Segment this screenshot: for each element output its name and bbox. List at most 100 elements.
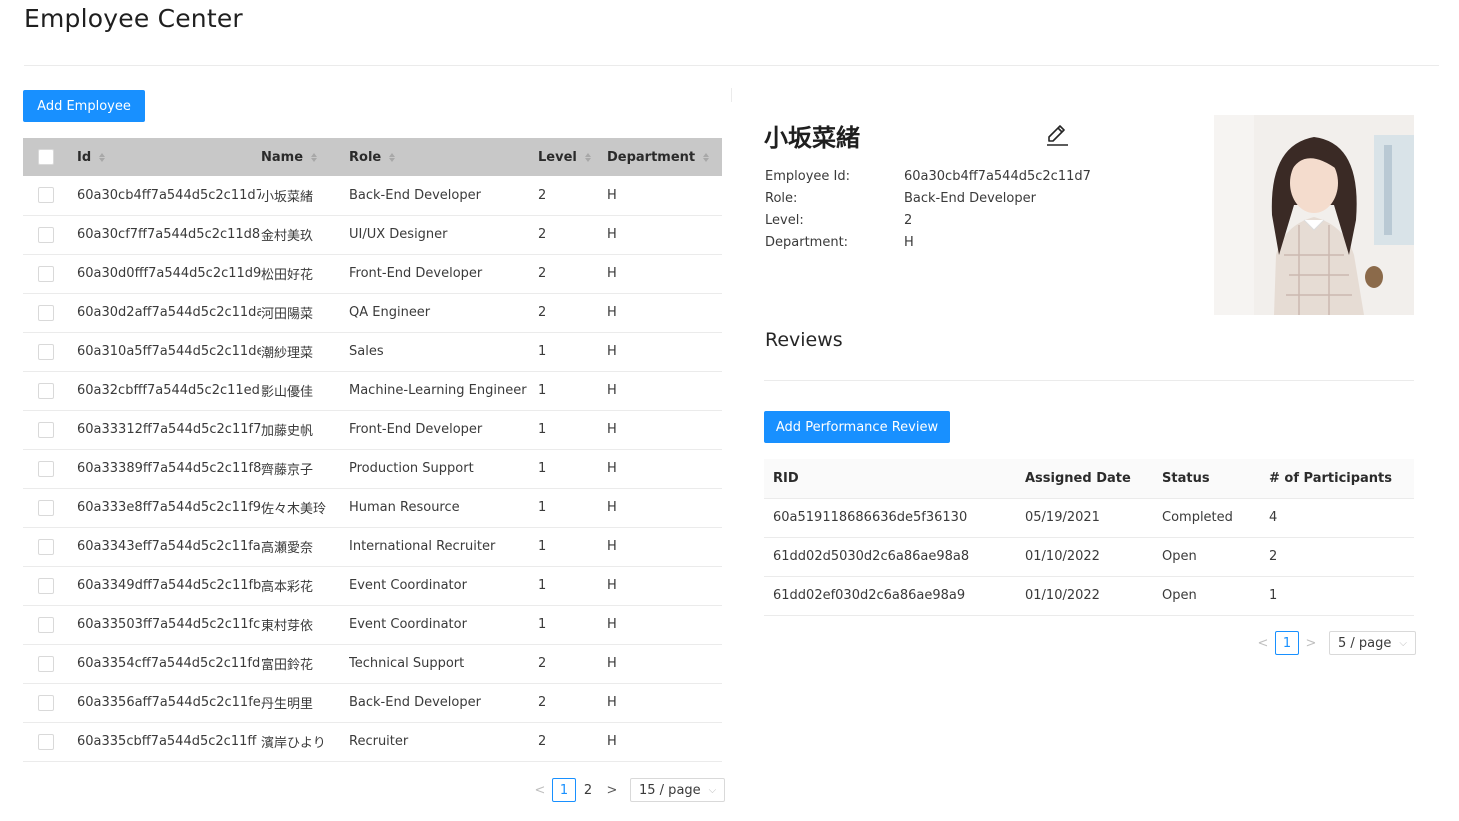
sort-icon[interactable] [389,152,396,162]
table-row[interactable]: 60a3349dff7a544d5c2c11fb 高本彩花 Event Coordi… [23,566,722,606]
row-select-cell [23,605,68,645]
column-header-rid: RID [764,459,1016,499]
row-checkbox[interactable] [38,265,54,282]
column-header-label: Level [538,149,577,165]
cell-assigned-date: 01/10/2022 [1016,576,1153,616]
page-size-select[interactable]: 15 / page ⌵ [630,778,726,802]
add-employee-button[interactable]: Add Employee [23,90,145,122]
page-title: Employee Center [24,4,243,33]
cell-id: 60a33503ff7a544d5c2c11fc [68,605,261,645]
row-select-cell [23,176,68,216]
table-row[interactable]: 60a32cbfff7a544d5c2c11ed 影山優佳 Machine-Lear… [23,371,722,411]
row-checkbox[interactable] [38,226,54,243]
cell-assigned-date: 01/10/2022 [1016,537,1153,577]
page-1-button[interactable]: 1 [1275,631,1299,655]
cell-rid: 61dd02d5030d2c6a86ae98a8 [764,537,1016,577]
title-divider [24,65,1439,66]
cell-name: 金村美玖 [261,215,349,255]
reviews-table: RID Assigned Date Status # of Participan… [764,459,1414,616]
cell-level: 2 [538,722,607,762]
cell-participants: 1 [1260,576,1414,616]
row-checkbox[interactable] [38,655,54,672]
row-checkbox[interactable] [38,382,54,399]
sort-icon[interactable] [703,152,710,162]
row-checkbox[interactable] [38,187,54,204]
cell-level: 2 [538,176,607,216]
column-header-department[interactable]: Department [607,138,722,176]
sort-icon[interactable] [99,152,106,162]
row-select-cell [23,722,68,762]
select-all-checkbox[interactable] [38,149,54,165]
table-row[interactable]: 60a3356aff7a544d5c2c11fe 丹生明里 Back-End Dev… [23,683,722,723]
row-checkbox[interactable] [38,538,54,555]
cell-name: 松田好花 [261,254,349,294]
table-row[interactable]: 60a30cb4ff7a544d5c2c11d7 小坂菜緒 Back-End Dev… [23,176,722,216]
next-page-icon[interactable]: > [1299,636,1323,651]
table-row[interactable]: 60a30cf7ff7a544d5c2c11d8 金村美玖 UI/UX Design… [23,215,722,255]
cell-name: 齊藤京子 [261,449,349,489]
row-checkbox[interactable] [38,733,54,750]
page-size-select[interactable]: 5 / page ⌵ [1329,631,1416,655]
cell-role: Back-End Developer [349,683,538,723]
cell-id: 60a32cbfff7a544d5c2c11ed [68,371,261,411]
cell-level: 1 [538,371,607,411]
next-page-icon[interactable]: > [600,783,624,798]
row-checkbox[interactable] [38,304,54,321]
row-select-cell [23,527,68,567]
table-row[interactable]: 61dd02d5030d2c6a86ae98a8 01/10/2022 Open 2 [764,537,1414,577]
table-row[interactable]: 60a519118686636de5f36130 05/19/2021 Comple… [764,498,1414,538]
column-header-role[interactable]: Role [349,138,538,176]
sort-icon[interactable] [311,152,318,162]
page-2-button[interactable]: 2 [576,778,600,802]
table-row[interactable]: 60a3343eff7a544d5c2c11fa 高瀬愛奈 Internationa… [23,527,722,567]
row-checkbox[interactable] [38,460,54,477]
row-checkbox[interactable] [38,616,54,633]
table-row[interactable]: 61dd02ef030d2c6a86ae98a9 01/10/2022 Open 1 [764,576,1414,616]
cell-department: H [607,293,722,333]
cell-level: 1 [538,605,607,645]
row-checkbox[interactable] [38,421,54,438]
table-row[interactable]: 60a33312ff7a544d5c2c11f7 加藤史帆 Front-End De… [23,410,722,450]
cell-level: 2 [538,215,607,255]
row-checkbox[interactable] [38,577,54,594]
cell-department: H [607,410,722,450]
employee-table: Id Name Role Level Department 60a30cb4ff… [23,138,722,762]
info-label: Department: [765,235,849,250]
page-1-button[interactable]: 1 [552,778,576,802]
column-header-name[interactable]: Name [261,138,349,176]
select-all-cell [23,138,68,176]
cell-department: H [607,215,722,255]
sort-icon[interactable] [584,152,591,162]
cell-role: Front-End Developer [349,410,538,450]
column-header-id[interactable]: Id [68,138,261,176]
row-checkbox[interactable] [38,694,54,711]
cell-role: International Recruiter [349,527,538,567]
prev-page-icon[interactable]: < [528,783,552,798]
cell-rid: 60a519118686636de5f36130 [764,498,1016,538]
cell-department: H [607,449,722,489]
cell-role: Human Resource [349,488,538,528]
cell-level: 2 [538,293,607,333]
cell-role: Machine-Learning Engineer [349,371,538,411]
cell-id: 60a33312ff7a544d5c2c11f7 [68,410,261,450]
cell-department: H [607,332,722,372]
table-row[interactable]: 60a3354cff7a544d5c2c11fd 富田鈴花 Technical Su… [23,644,722,684]
cell-id: 60a3354cff7a544d5c2c11fd [68,644,261,684]
table-row[interactable]: 60a30d2aff7a544d5c2c11da 河田陽菜 QA Engineer 2… [23,293,722,333]
edit-icon[interactable] [1044,122,1070,148]
table-row[interactable]: 60a335cbff7a544d5c2c11ff 濱岸ひより Recruiter 2 H [23,722,722,762]
table-row[interactable]: 60a30d0fff7a544d5c2c11d9 松田好花 Front-End De… [23,254,722,294]
table-row[interactable]: 60a33503ff7a544d5c2c11fc 東村芽依 Event Coordi… [23,605,722,645]
row-select-cell [23,644,68,684]
row-checkbox[interactable] [38,499,54,516]
table-row[interactable]: 60a33389ff7a544d5c2c11f8 齊藤京子 Production S… [23,449,722,489]
cell-role: Sales [349,332,538,372]
table-row[interactable]: 60a333e8ff7a544d5c2c11f9 佐々木美玲 Human Resou… [23,488,722,528]
add-performance-review-button[interactable]: Add Performance Review [764,411,950,443]
cell-department: H [607,683,722,723]
row-checkbox[interactable] [38,343,54,360]
column-header-level[interactable]: Level [538,138,607,176]
prev-page-icon[interactable]: < [1251,636,1275,651]
table-row[interactable]: 60a310a5ff7a544d5c2c11de 潮紗理菜 Sales 1 H [23,332,722,372]
cell-level: 1 [538,449,607,489]
